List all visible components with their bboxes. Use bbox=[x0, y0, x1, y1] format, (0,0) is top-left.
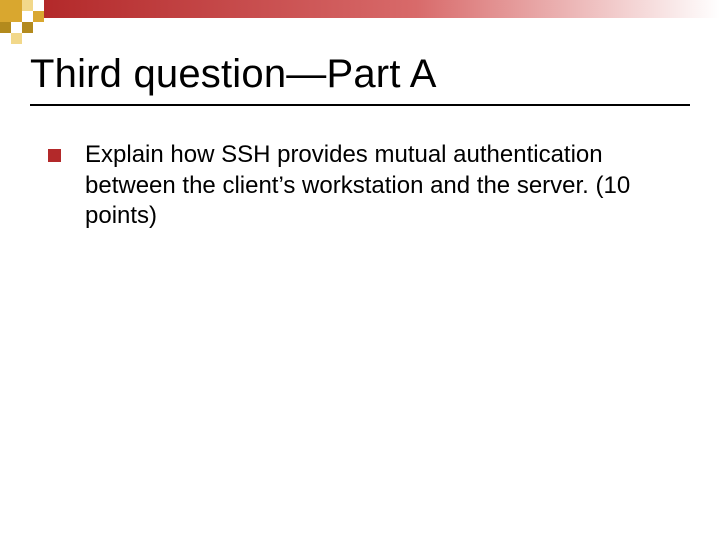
square-bullet-icon bbox=[48, 149, 61, 162]
corner-logo-icon bbox=[0, 0, 44, 44]
slide: Third question—Part A Explain how SSH pr… bbox=[0, 0, 720, 540]
slide-title: Third question—Part A bbox=[30, 52, 690, 96]
bullet-item: Explain how SSH provides mutual authenti… bbox=[48, 140, 672, 232]
title-underline bbox=[30, 104, 690, 106]
bullet-text: Explain how SSH provides mutual authenti… bbox=[85, 140, 645, 232]
slide-body: Explain how SSH provides mutual authenti… bbox=[48, 140, 672, 232]
decorative-top-stripe bbox=[44, 0, 720, 18]
